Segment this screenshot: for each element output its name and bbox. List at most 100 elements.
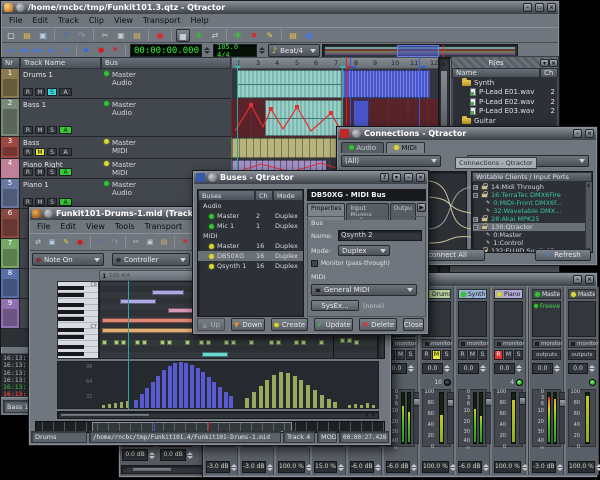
midi-clip[interactable] — [231, 138, 342, 158]
file-item[interactable]: P-Lead E01.wav2 — [453, 88, 557, 98]
gain-value[interactable]: -3.0 dB — [242, 461, 271, 473]
create-button[interactable]: Create — [271, 318, 308, 331]
track-state-buttons[interactable]: RMSA — [23, 168, 72, 176]
track-state-buttons[interactable]: RMSA — [23, 198, 72, 206]
menu-edit[interactable]: Edit — [55, 221, 81, 232]
refresh-button[interactable]: ↻Refresh — [535, 249, 591, 261]
punch-icon[interactable]: ⚑ — [109, 44, 121, 57]
clip-merge-icon[interactable]: ⇄ — [208, 29, 222, 42]
redo-icon[interactable]: ↷ — [109, 236, 121, 249]
help-icon[interactable]: ? — [380, 173, 389, 182]
track-add-icon[interactable]: ✚ — [231, 29, 245, 42]
paste-icon[interactable]: ▤ — [130, 29, 144, 42]
midi-channel-knob[interactable]: 4 — [494, 377, 523, 387]
instrument-combo[interactable]: General MIDI — [311, 284, 417, 296]
track-state-buttons[interactable]: RMSA — [23, 126, 72, 134]
volume-value[interactable]: 15.0 % — [314, 461, 343, 473]
gain-value[interactable]: 0.0 dB — [160, 449, 194, 461]
track-remove-icon[interactable]: ✖ — [247, 29, 261, 42]
client-item[interactable]: +14:Midi Through — [473, 183, 591, 191]
menu-file[interactable]: File — [32, 221, 55, 232]
port-item[interactable]: ✎0:MIDI-Front DMX6f... — [473, 199, 591, 207]
editor-hscrollbar[interactable]: ◀ ▶ — [57, 411, 379, 419]
delete-button[interactable]: ✖Delete — [359, 318, 396, 331]
gain-value[interactable]: -6.0 dB — [350, 461, 379, 473]
menu-file[interactable]: File — [4, 15, 27, 26]
scroll-right-icon[interactable]: ▶ — [372, 412, 376, 418]
gain-value[interactable]: -6.0 dB — [458, 461, 487, 473]
scroll-left-icon[interactable]: ◀ — [123, 466, 127, 472]
mixer-strip-piano-left[interactable]: Piano Left monitor RMS 0.0 4 10080604020… — [491, 287, 526, 475]
port-item[interactable]: ✎0:Master — [473, 231, 591, 239]
event-type-combo[interactable]: Note On — [32, 253, 104, 266]
midi-note[interactable] — [231, 340, 236, 345]
snap-combo[interactable]: ♪ Beat/4 — [268, 44, 320, 57]
window-menu-icon[interactable] — [44, 209, 53, 218]
menu-transport[interactable]: Transport — [140, 221, 188, 232]
file-item[interactable]: P-Lead E02.wav2 — [453, 97, 557, 107]
menu-track[interactable]: Track — [53, 15, 84, 26]
list-vscrollbar[interactable]: ▲ ▼ — [585, 182, 592, 252]
gain-value[interactable]: -6.0 dB — [386, 461, 415, 473]
strip-state-buttons[interactable]: RMS — [458, 350, 487, 360]
scrollbar-thumb[interactable] — [440, 70, 448, 130]
menu-view[interactable]: View — [109, 15, 138, 26]
writable-clients-list[interactable]: Writable Clients / Input Ports +14:Midi … — [471, 171, 593, 253]
midi-note[interactable] — [160, 340, 165, 345]
bus-row[interactable]: Mic 11Duplex — [198, 221, 303, 231]
save-session-icon[interactable]: ▣ — [36, 29, 50, 42]
scrollbar-thumb[interactable] — [60, 413, 150, 417]
play-icon[interactable]: ▶ — [81, 44, 93, 57]
update-button[interactable]: ✔Update — [314, 318, 353, 331]
gain-value[interactable]: -3.0 dB — [532, 461, 561, 473]
open-session-icon[interactable]: ▤ — [20, 29, 34, 42]
midi-note[interactable] — [224, 340, 229, 345]
volume-spin[interactable]: 0.0 — [422, 363, 451, 374]
outputs-button[interactable]: outputs — [568, 350, 596, 360]
writable-clients-header[interactable]: Writable Clients / Input Ports — [472, 172, 592, 182]
undo-icon[interactable]: ↶ — [95, 236, 107, 249]
close-icon[interactable]: × — [585, 129, 594, 138]
file-item[interactable]: P-Lead E03.wav2 — [453, 107, 557, 117]
monitor-checkbox[interactable] — [311, 260, 318, 267]
track-state-buttons[interactable]: RMSA — [23, 88, 72, 96]
buses-list[interactable]: Buses Ch Mode Audio Master2Duplex Mic 11… — [197, 189, 304, 317]
volume-spin[interactable]: 0.0 — [568, 363, 596, 374]
copy-icon[interactable]: ▣ — [114, 29, 128, 42]
volume-value[interactable]: 100.0 % — [568, 461, 596, 473]
fader[interactable] — [519, 392, 526, 444]
monitor-button[interactable]: monitor — [494, 339, 523, 348]
audio-clip[interactable] — [237, 70, 342, 98]
monitor-button[interactable]: monitor — [568, 339, 596, 348]
midi-note[interactable] — [347, 338, 352, 343]
bus-group[interactable]: Audio — [198, 201, 303, 211]
files-shade-icon[interactable]: ▾ — [540, 59, 549, 67]
snap-grid-icon[interactable]: ▦ — [176, 29, 190, 42]
midi-note[interactable] — [276, 340, 281, 345]
midi-note[interactable] — [152, 290, 184, 295]
cut-icon[interactable]: ✂ — [130, 236, 142, 249]
monitor-button[interactable]: monitor — [532, 339, 561, 348]
record-icon[interactable]: ● — [74, 236, 86, 249]
velocity-lane[interactable]: 96 64 32 — [57, 361, 379, 409]
forward-icon[interactable]: ▶▶ — [32, 44, 44, 57]
mixer-strip-master-midi[interactable]: Master Ou monitor outputs 0.0 1008060402… — [565, 287, 599, 475]
volume-value[interactable]: 100.0 % — [422, 461, 451, 473]
minimize-icon[interactable]: – — [523, 3, 532, 12]
port-item[interactable]: ✎1:Control — [473, 239, 591, 247]
midi-note[interactable] — [185, 340, 190, 345]
menu-help[interactable]: Help — [185, 15, 213, 26]
save-icon[interactable]: ▣ — [46, 236, 58, 249]
menu-transport[interactable]: Transport — [138, 15, 186, 26]
track-properties-icon[interactable]: ✎ — [263, 29, 277, 42]
edit-draw-icon[interactable]: ✎ — [60, 236, 72, 249]
volume-spin[interactable]: 0.0 — [494, 363, 523, 374]
volume-value[interactable]: 100.0 % — [494, 461, 523, 473]
volume-value[interactable]: 100.0 % — [278, 461, 307, 473]
file-folder-item[interactable]: Guitar — [453, 116, 557, 126]
file-folder-item[interactable]: Synth — [453, 78, 557, 88]
scrollbar-thumb[interactable] — [132, 467, 172, 472]
undo-icon[interactable]: ↶ — [59, 29, 73, 42]
track-row[interactable]: 3 Bass RMSA MasterMIDI — [1, 137, 231, 159]
new-session-icon[interactable]: ▢ — [4, 29, 18, 42]
